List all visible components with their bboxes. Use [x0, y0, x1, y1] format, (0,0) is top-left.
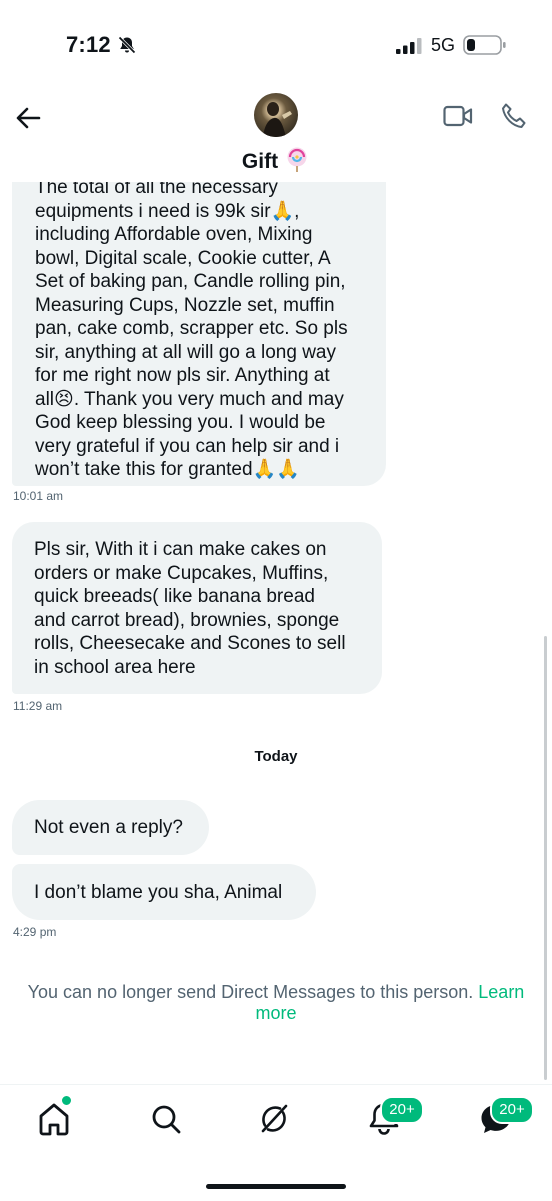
lollipop-icon	[287, 147, 307, 172]
messages-badge: 20+	[490, 1096, 534, 1124]
scrollbar[interactable]	[544, 636, 547, 1080]
grok-icon[interactable]	[256, 1101, 292, 1137]
battery-icon	[463, 35, 506, 55]
dm-restriction-text: You can no longer send Direct Messages t…	[27, 982, 474, 1002]
message-bubble[interactable]: Pls sir, With it i can make cakes on ord…	[12, 522, 382, 694]
status-bar: 7:12 5G	[0, 0, 552, 90]
message-timestamp: 11:29 am	[13, 699, 63, 713]
message-timestamp: 4:29 pm	[13, 925, 57, 939]
search-icon[interactable]	[148, 1101, 184, 1137]
dm-restriction-notice: You can no longer send Direct Messages t…	[20, 982, 532, 1024]
message-bubble[interactable]: I don’t blame you sha, Animal	[12, 864, 316, 920]
message-timestamp: 10:01 am	[13, 489, 64, 503]
network-type: 5G	[431, 35, 456, 55]
message-bubble[interactable]: The total of all the necessary equipment…	[12, 150, 386, 486]
avatar[interactable]	[254, 93, 298, 137]
video-call-icon[interactable]	[443, 104, 473, 128]
notifications-badge: 20+	[380, 1096, 424, 1124]
message-text: The total of all the necessary equipment…	[35, 177, 348, 480]
day-separator: Today	[254, 748, 298, 765]
bell-slash-icon	[118, 36, 136, 54]
conversation-header: Gift	[0, 90, 552, 182]
contact-name[interactable]: Gift	[242, 150, 278, 173]
signal-icon	[396, 38, 422, 54]
message-bubble[interactable]: Not even a reply?	[12, 800, 209, 855]
home-activity-dot	[60, 1094, 73, 1107]
back-arrow-icon[interactable]	[14, 104, 42, 132]
phone-call-icon[interactable]	[500, 102, 528, 130]
status-time: 7:12	[66, 32, 111, 57]
home-indicator[interactable]	[206, 1184, 346, 1189]
